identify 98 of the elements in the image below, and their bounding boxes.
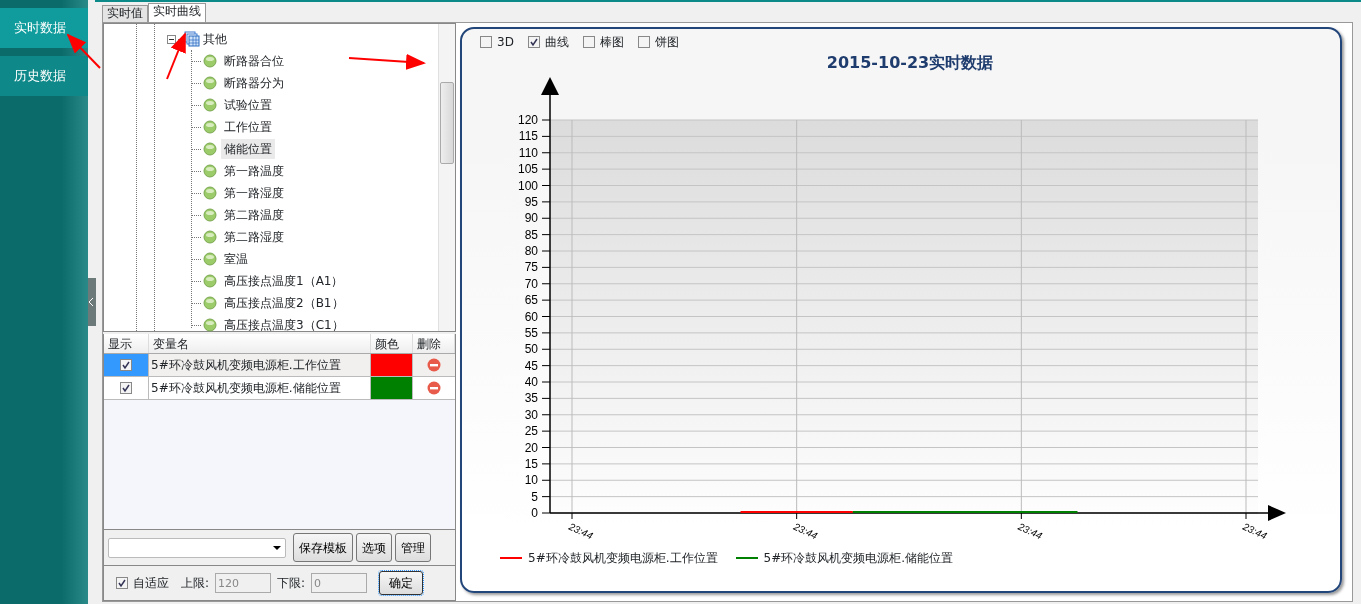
toolbar-button[interactable]: 保存模板 — [293, 533, 353, 562]
node-icon — [203, 76, 217, 90]
node-icon — [203, 186, 217, 200]
node-icon — [203, 54, 217, 68]
field-label: 下限: — [277, 575, 306, 592]
expander-icon[interactable] — [167, 34, 176, 44]
checkbox-label: 饼图 — [654, 34, 679, 51]
tree-node[interactable]: 高压接点温度3（C1） — [221, 315, 347, 335]
checkbox-label: 棒图 — [599, 34, 624, 51]
annotation-arrow — [166, 32, 186, 80]
tree-node[interactable]: 高压接点温度2（B1） — [221, 293, 347, 313]
tree-node[interactable]: 第二路温度 — [221, 205, 287, 225]
y-tick-label: 110 — [518, 145, 538, 160]
y-tick-label: 80 — [524, 244, 538, 258]
y-tick-label: 20 — [524, 440, 538, 455]
y-tick-label: 75 — [524, 260, 538, 275]
y-tick-label: 45 — [524, 358, 538, 373]
table-row[interactable]: 5#环冷鼓风机变频电源柜.储能位置 — [104, 377, 455, 400]
node-icon — [203, 98, 217, 112]
y-tick-label: 50 — [524, 342, 538, 357]
remove-icon[interactable] — [427, 381, 441, 395]
tree-node[interactable]: 储能位置 — [221, 139, 275, 159]
y-tick-label: 0 — [531, 506, 538, 520]
collapse-handle[interactable] — [87, 278, 96, 326]
toolbar-button[interactable]: 选项 — [356, 533, 392, 562]
y-tick-label: 25 — [524, 424, 538, 439]
tree-node[interactable]: 试验位置 — [221, 95, 275, 115]
y-tick-label: 5 — [531, 489, 538, 504]
node-icon — [203, 296, 217, 310]
tree-node[interactable]: 第一路湿度 — [221, 183, 287, 203]
y-tick-label: 10 — [524, 473, 538, 488]
node-icon — [203, 208, 217, 222]
x-tick-label: 23:44 — [567, 520, 595, 542]
checkbox[interactable] — [527, 36, 540, 48]
node-icon — [203, 230, 217, 244]
x-tick-label: 23:44 — [1241, 520, 1269, 542]
tab[interactable]: 实时曲线 — [148, 3, 206, 22]
tree-node[interactable]: 断路器合位 — [221, 51, 287, 71]
checkbox[interactable] — [120, 359, 132, 371]
node-icon — [203, 252, 217, 266]
x-tick-label: 23:44 — [791, 520, 820, 542]
checkbox[interactable] — [120, 382, 132, 394]
tree-node[interactable]: 其他 — [200, 29, 230, 49]
y-tick-label: 120 — [517, 113, 538, 127]
y-tick-label: 40 — [524, 375, 538, 389]
checkbox-label: 自适应 — [133, 575, 169, 592]
checkbox[interactable] — [116, 577, 128, 589]
toolbar-button[interactable]: 管理 — [395, 533, 431, 562]
y-tick-label: 55 — [524, 325, 538, 340]
color-swatch[interactable] — [371, 377, 413, 399]
y-tick-label: 70 — [524, 276, 538, 291]
y-tick-label: 105 — [517, 162, 538, 177]
y-tick-label: 65 — [524, 293, 538, 308]
y-tick-label: 90 — [524, 211, 538, 226]
y-tick-label: 85 — [524, 227, 538, 242]
chart-title: 2015-10-23实时数据 — [825, 52, 995, 73]
column-header: 显示 — [104, 334, 149, 353]
annotation-arrow — [66, 33, 101, 69]
table-stack-icon — [184, 31, 200, 47]
y-tick-label: 30 — [524, 407, 538, 422]
tree-node[interactable]: 第二路湿度 — [221, 227, 287, 247]
column-header: 颜色 — [371, 334, 413, 353]
legend-label: 5#环冷鼓风机变频电源柜.工作位置 — [528, 550, 718, 567]
field-label: 上限: — [181, 575, 210, 592]
color-swatch[interactable] — [371, 354, 413, 376]
y-tick-label: 60 — [524, 309, 538, 324]
tree-node[interactable]: 第一路温度 — [221, 161, 287, 181]
tree-node[interactable]: 断路器分为 — [221, 73, 287, 93]
checkbox[interactable] — [637, 36, 650, 48]
column-header: 变量名 — [149, 334, 371, 353]
node-icon — [203, 274, 217, 288]
checkbox-label: 3D — [497, 34, 514, 51]
y-tick-label: 35 — [524, 391, 538, 406]
y-tick-label: 15 — [524, 456, 538, 471]
checkbox[interactable] — [480, 36, 492, 48]
node-icon — [203, 318, 217, 332]
confirm-button[interactable]: 确定 — [379, 571, 424, 595]
y-tick-label: 95 — [524, 194, 538, 209]
column-header: 删除 — [413, 334, 455, 353]
caret-icon — [273, 545, 281, 550]
sidebar-item[interactable]: 历史数据 — [0, 56, 88, 96]
scrollbar[interactable] — [438, 24, 455, 331]
checkbox-label: 曲线 — [544, 34, 569, 51]
y-tick-label: 115 — [518, 129, 538, 144]
tree-node[interactable]: 工作位置 — [221, 117, 275, 137]
checkbox[interactable] — [582, 36, 595, 48]
table-row[interactable]: 5#环冷鼓风机变频电源柜.工作位置 — [104, 354, 455, 377]
node-icon — [203, 164, 217, 178]
dropdown[interactable] — [108, 537, 286, 558]
tree-node[interactable]: 高压接点温度1（A1） — [221, 271, 347, 291]
tab[interactable]: 实时值 — [102, 5, 148, 22]
node-icon — [203, 120, 217, 134]
y-tick-label: 100 — [517, 178, 538, 193]
legend-label: 5#环冷鼓风机变频电源柜.储能位置 — [763, 550, 954, 567]
x-tick-label: 23:44 — [1016, 520, 1044, 542]
node-icon — [203, 142, 217, 156]
remove-icon[interactable] — [427, 358, 441, 372]
tree-node[interactable]: 室温 — [221, 249, 251, 269]
